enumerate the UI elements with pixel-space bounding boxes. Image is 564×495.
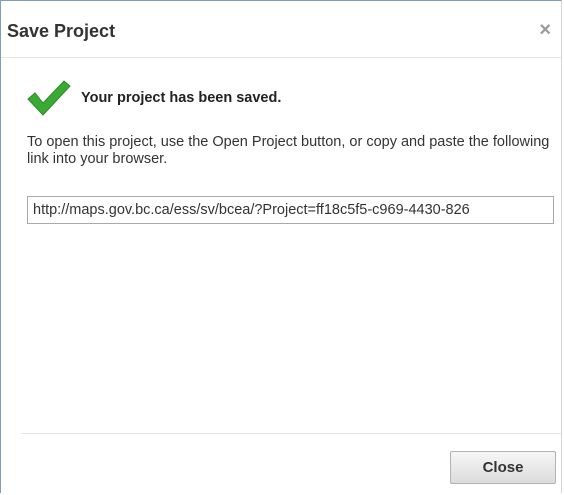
saved-message: Your project has been saved. <box>81 90 282 106</box>
close-button[interactable]: Close <box>450 451 556 484</box>
footer-divider <box>21 433 561 434</box>
dialog-header: Save Project × <box>1 1 561 58</box>
save-project-dialog: Save Project × Your project has been sav… <box>0 0 562 493</box>
close-icon[interactable]: × <box>539 20 551 40</box>
project-link-input[interactable] <box>27 196 554 224</box>
check-icon <box>27 80 71 116</box>
instructions-text: To open this project, use the Open Proje… <box>27 134 550 167</box>
dialog-title: Save Project <box>7 21 116 41</box>
